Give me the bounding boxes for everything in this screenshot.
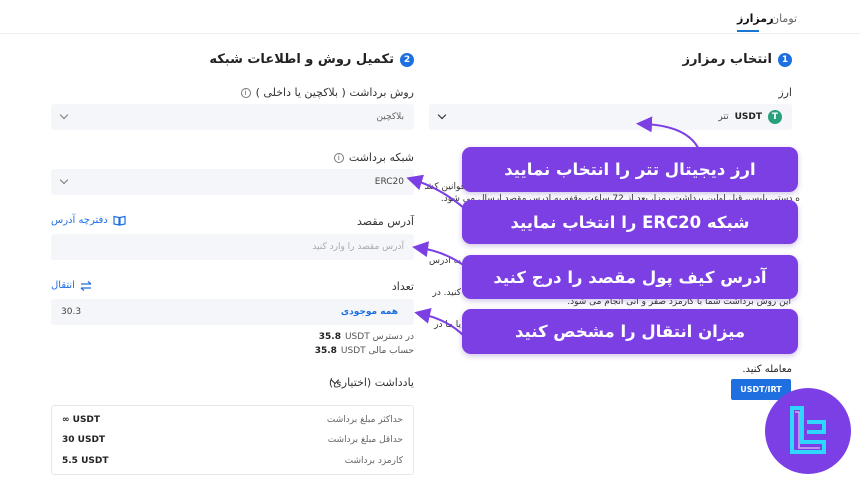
brand-logo-icon	[790, 406, 826, 454]
brand-logo	[765, 388, 851, 474]
callout-currency: ارز دیجیتال تتر را انتخاب نمایید	[462, 147, 798, 192]
callout-amount: میزان انتقال را مشخص کنید	[462, 309, 798, 354]
arrow-network	[406, 174, 465, 209]
callout-network: شبکه ERC20 را انتخاب نمایید	[462, 200, 798, 244]
arrow-amount	[414, 308, 465, 337]
callout-address: آدرس کیف پول مقصد را درج کنید	[462, 255, 798, 299]
